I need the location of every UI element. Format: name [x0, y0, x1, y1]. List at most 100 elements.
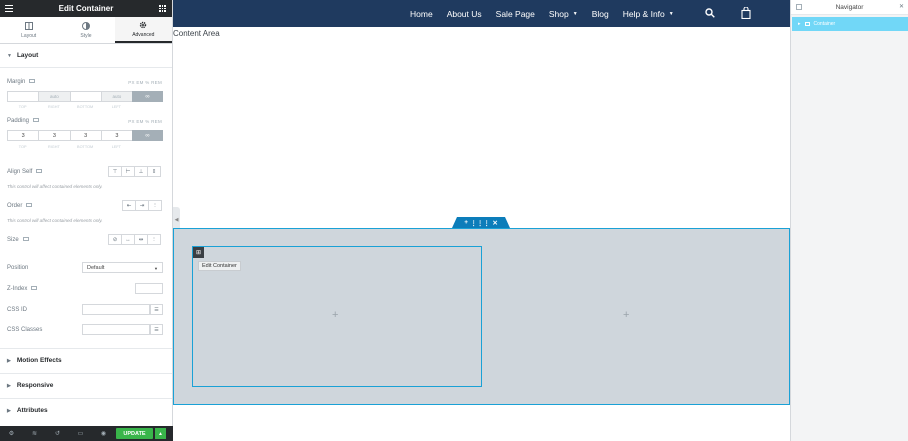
- css-id-input[interactable]: [82, 304, 150, 315]
- z-index-input[interactable]: [135, 283, 163, 294]
- size-more-icon[interactable]: ⋮: [147, 234, 161, 245]
- page-title: Content Area: [173, 29, 220, 38]
- margin-right-input[interactable]: auto: [38, 91, 71, 102]
- desktop-icon[interactable]: [22, 237, 29, 242]
- size-grow-icon[interactable]: ↔: [121, 234, 135, 245]
- margin-label: Margin: [7, 79, 36, 85]
- align-self-label: Align Self: [7, 169, 43, 175]
- add-element-icon[interactable]: +: [332, 309, 338, 321]
- close-icon[interactable]: ✕: [899, 3, 904, 10]
- tab-advanced[interactable]: Advanced: [114, 17, 172, 43]
- desktop-icon[interactable]: [33, 118, 40, 123]
- link-icon: ∞: [145, 132, 150, 139]
- navigator-panel: Navigator ✕ ▸ Container: [790, 0, 908, 441]
- collapse-all-icon[interactable]: [796, 4, 802, 10]
- navigator-title: Navigator: [835, 3, 864, 11]
- outer-container[interactable]: + + ⊞ Edit Container: [173, 228, 790, 405]
- container-handle[interactable]: + ⋮⋮⋮ ✕: [452, 217, 510, 228]
- caret-right-icon[interactable]: ▸: [798, 21, 801, 27]
- add-element-icon[interactable]: +: [623, 309, 629, 321]
- tab-style[interactable]: Style: [57, 17, 114, 43]
- align-end-icon[interactable]: ⊥: [134, 166, 148, 177]
- container-icon: [804, 22, 810, 26]
- dynamic-tags-icon[interactable]: ☰: [150, 304, 163, 315]
- size-buttons: ⊘ ↔ ⇹ ⋮: [108, 234, 161, 245]
- panel-footer: ⚙ ≋ ↺ ▭ ◉ UPDATE ▲: [0, 426, 173, 441]
- preview-eye-icon[interactable]: ◉: [92, 430, 115, 437]
- close-icon[interactable]: ✕: [492, 219, 497, 227]
- nav-about-us[interactable]: About Us: [447, 9, 482, 19]
- align-stretch-icon[interactable]: ⇕: [147, 166, 161, 177]
- padding-bottom-input[interactable]: 3: [69, 130, 102, 141]
- nav-help-info[interactable]: Help & Info ▼: [623, 9, 674, 19]
- padding-top-input[interactable]: 3: [7, 130, 40, 141]
- tab-layout[interactable]: Layout: [0, 17, 57, 43]
- update-options-button[interactable]: ▲: [155, 428, 166, 439]
- padding-link-button[interactable]: ∞: [132, 130, 163, 141]
- margin-top-input[interactable]: [7, 91, 40, 102]
- size-label: Size: [7, 237, 29, 243]
- panel-header: Edit Container: [0, 0, 172, 17]
- size-shrink-icon[interactable]: ⇹: [134, 234, 148, 245]
- history-icon[interactable]: ↺: [46, 430, 69, 437]
- margin-left-input[interactable]: auto: [100, 91, 133, 102]
- layout-icon: [24, 21, 33, 30]
- section-attributes[interactable]: ▶ Attributes: [0, 398, 172, 422]
- hamburger-menu-icon[interactable]: [5, 5, 13, 12]
- section-responsive[interactable]: ▶ Responsive: [0, 373, 172, 397]
- align-self-note: This control will affect contained eleme…: [7, 184, 103, 189]
- css-classes-label: CSS Classes: [7, 327, 43, 333]
- margin-bottom-input[interactable]: [69, 91, 102, 102]
- padding-units[interactable]: PX EM % REM: [128, 119, 162, 124]
- chevron-down-icon: ▼: [154, 266, 158, 271]
- align-start-icon[interactable]: ⊤: [108, 166, 122, 177]
- padding-right-input[interactable]: 3: [38, 130, 71, 141]
- css-classes-input[interactable]: [82, 324, 150, 335]
- order-start-icon[interactable]: ⇤: [122, 200, 136, 211]
- order-end-icon[interactable]: ⇥: [135, 200, 149, 211]
- section-layout-toggle[interactable]: ▼ Layout: [0, 44, 172, 68]
- add-icon[interactable]: +: [464, 219, 468, 226]
- section-motion-effects[interactable]: ▶ Motion Effects: [0, 348, 172, 372]
- responsive-icon[interactable]: ▭: [69, 430, 92, 437]
- desktop-icon[interactable]: [36, 169, 43, 174]
- search-icon[interactable]: [705, 8, 715, 18]
- nav-blog[interactable]: Blog: [592, 9, 609, 19]
- desktop-icon[interactable]: [29, 79, 36, 84]
- nav-sale-page[interactable]: Sale Page: [496, 9, 535, 19]
- margin-link-button[interactable]: ∞: [132, 91, 163, 102]
- layers-icon[interactable]: ≋: [23, 430, 46, 437]
- desktop-icon[interactable]: [26, 203, 33, 208]
- site-header: Home About Us Sale Page Shop ▼ Blog Help …: [173, 0, 790, 27]
- gear-icon: [140, 21, 147, 28]
- padding-label: Padding: [7, 118, 40, 124]
- settings-icon[interactable]: ⚙: [0, 430, 23, 437]
- size-none-icon[interactable]: ⊘: [108, 234, 122, 245]
- order-label: Order: [7, 203, 33, 209]
- dynamic-tags-icon[interactable]: ☰: [150, 324, 163, 335]
- padding-left-input[interactable]: 3: [100, 130, 133, 141]
- edit-container-icon[interactable]: ⊞: [193, 247, 204, 258]
- padding-side-labels: TOP RIGHT BOTTOM LEFT: [18, 145, 122, 149]
- drag-handle-icon[interactable]: ⋮⋮⋮: [470, 219, 490, 227]
- desktop-icon[interactable]: [31, 286, 38, 291]
- position-select[interactable]: Default ▼: [82, 262, 163, 273]
- navigator-item-container[interactable]: ▸ Container: [792, 17, 908, 31]
- align-center-icon[interactable]: ⊢: [121, 166, 135, 177]
- caret-right-icon: ▶: [7, 382, 11, 389]
- chevron-left-icon: ◀: [174, 217, 179, 223]
- order-more-icon[interactable]: ⋮: [148, 200, 162, 211]
- nav-home[interactable]: Home: [410, 9, 433, 19]
- nav-shop[interactable]: Shop ▼: [549, 9, 578, 19]
- widgets-grid-icon[interactable]: [159, 5, 166, 12]
- margin-units[interactable]: PX EM % REM: [128, 80, 162, 85]
- order-buttons: ⇤ ⇥ ⋮: [122, 200, 162, 211]
- caret-right-icon: ▶: [7, 357, 11, 364]
- z-index-label: Z-Index: [7, 286, 38, 292]
- style-icon: [81, 21, 90, 30]
- css-id-label: CSS ID: [7, 307, 28, 313]
- shopping-bag-icon[interactable]: [741, 7, 751, 19]
- tab-style-label: Style: [80, 32, 92, 39]
- update-button[interactable]: UPDATE: [116, 428, 153, 439]
- position-label: Position: [7, 265, 29, 271]
